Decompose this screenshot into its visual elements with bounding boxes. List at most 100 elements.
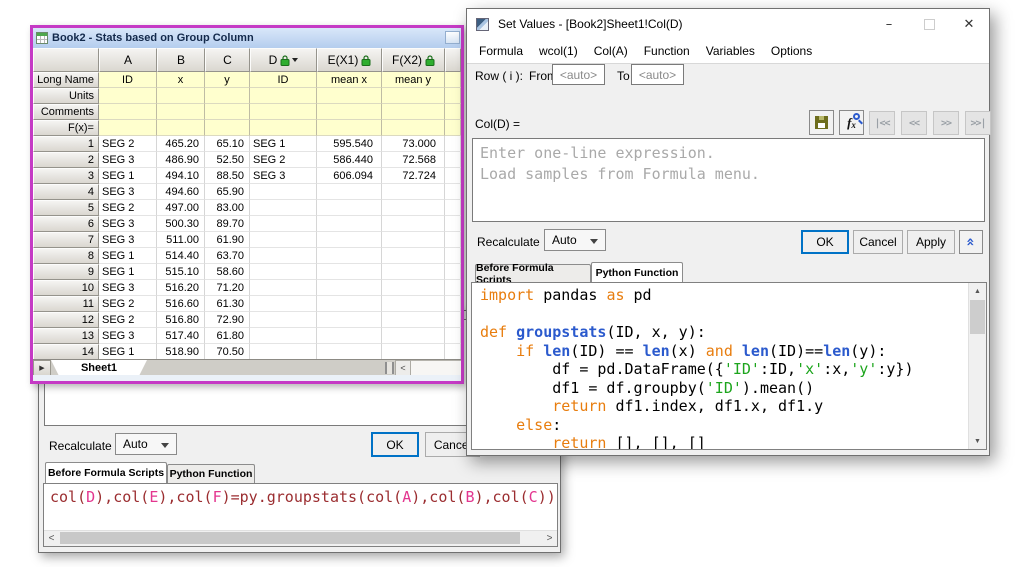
worksheet-cell[interactable]: 606.094 [317,168,382,184]
worksheet-cell[interactable] [250,344,317,359]
row-number[interactable]: 8 [33,248,99,264]
column-header-a[interactable]: A [99,48,157,72]
row-from-input[interactable] [552,64,605,85]
worksheet-cell[interactable] [250,312,317,328]
worksheet-cell[interactable]: 595.540 [317,136,382,152]
worksheet-cell[interactable]: SEG 2 [99,136,157,152]
tab-before-formula-scripts[interactable]: Before Formula Scripts [475,264,591,282]
row-number[interactable]: 14 [33,344,99,359]
expression-editor[interactable]: Enter one-line expression.Load samples f… [472,138,985,222]
worksheet-cell[interactable] [317,312,382,328]
scroll-right-icon[interactable]: > [542,531,557,545]
worksheet-cell[interactable]: SEG 3 [99,232,157,248]
row-label[interactable]: Long Name [33,72,99,88]
label-cell[interactable] [382,104,445,120]
worksheet-cell[interactable] [317,216,382,232]
worksheet-cell[interactable] [317,248,382,264]
worksheet-cell[interactable] [250,296,317,312]
worksheet-cell[interactable] [382,216,445,232]
horizontal-scrollbar[interactable] [411,360,461,376]
menu-item-wcol1[interactable]: wcol(1) [531,44,586,58]
row-number[interactable]: 9 [33,264,99,280]
worksheet-cell[interactable] [317,232,382,248]
worksheet-cell[interactable] [382,184,445,200]
worksheet-cell[interactable]: 70.50 [205,344,250,359]
worksheet-cell[interactable]: SEG 2 [250,152,317,168]
worksheet-cell[interactable] [382,328,445,344]
cancel-button[interactable]: Cancel [853,230,903,254]
worksheet-cell[interactable]: 514.40 [157,248,205,264]
corner-header[interactable] [33,48,99,72]
sheet-tab[interactable]: Sheet1 [51,360,147,376]
label-cell[interactable] [205,88,250,104]
worksheet-cell[interactable]: 88.50 [205,168,250,184]
worksheet-cell[interactable] [250,200,317,216]
worksheet-cell[interactable]: SEG 1 [99,248,157,264]
worksheet-cell[interactable]: SEG 3 [250,168,317,184]
column-header-fx2[interactable]: F(X2) [382,48,445,72]
worksheet-cell[interactable]: 61.90 [205,232,250,248]
worksheet-cell[interactable]: 494.10 [157,168,205,184]
tab-python-function[interactable]: Python Function [167,464,255,483]
worksheet-cell[interactable] [382,280,445,296]
worksheet-cell[interactable] [250,248,317,264]
worksheet-cell[interactable]: SEG 2 [99,200,157,216]
column-header-c[interactable]: C [205,48,250,72]
worksheet-cell[interactable]: 586.440 [317,152,382,168]
worksheet-cell[interactable]: 71.20 [205,280,250,296]
scroll-left-icon[interactable]: < [44,531,59,545]
worksheet-cell[interactable]: SEG 3 [99,184,157,200]
label-cell[interactable] [250,120,317,136]
worksheet-cell[interactable]: 52.50 [205,152,250,168]
worksheet-cell[interactable]: 518.90 [157,344,205,359]
worksheet-cell[interactable]: SEG 1 [99,168,157,184]
column-header-d[interactable]: D [250,48,317,72]
worksheet-cell[interactable]: 465.20 [157,136,205,152]
worksheet-cell[interactable]: 61.30 [205,296,250,312]
label-cell[interactable] [250,88,317,104]
ok-button[interactable]: OK [801,230,849,254]
worksheet-cell[interactable] [317,344,382,359]
vertical-scrollbar[interactable]: ▲ ▼ [968,283,986,449]
save-formula-button[interactable] [809,110,834,135]
maximize-button[interactable] [909,9,949,39]
worksheet-cell[interactable]: 61.80 [205,328,250,344]
worksheet-cell[interactable]: SEG 3 [99,280,157,296]
tab-before-formula-scripts[interactable]: Before Formula Scripts [45,462,167,483]
row-label[interactable]: F(x)= [33,120,99,136]
close-button[interactable]: ✕ [949,9,989,39]
worksheet-cell[interactable]: 494.60 [157,184,205,200]
label-cell[interactable] [99,88,157,104]
worksheet-titlebar[interactable]: Book2 - Stats based on Group Column [33,28,461,49]
worksheet-cell[interactable] [250,232,317,248]
worksheet-cell[interactable]: 516.60 [157,296,205,312]
worksheet-cell[interactable]: 89.70 [205,216,250,232]
worksheet-cell[interactable] [382,232,445,248]
label-cell[interactable]: y [205,72,250,88]
horizontal-scrollbar[interactable]: < > [44,530,557,546]
row-number[interactable]: 7 [33,232,99,248]
label-cell[interactable] [317,120,382,136]
worksheet-cell[interactable] [317,264,382,280]
worksheet-cell[interactable]: 63.70 [205,248,250,264]
label-cell[interactable]: ID [250,72,317,88]
worksheet-window-button[interactable] [445,31,460,44]
label-cell[interactable] [157,88,205,104]
worksheet-cell[interactable] [250,264,317,280]
label-cell[interactable]: mean x [317,72,382,88]
worksheet-cell[interactable] [317,296,382,312]
worksheet-cell[interactable] [250,216,317,232]
label-cell[interactable] [99,104,157,120]
worksheet-cell[interactable]: SEG 1 [99,344,157,359]
worksheet-cell[interactable] [250,280,317,296]
tab-python-function[interactable]: Python Function [591,262,683,282]
column-header-b[interactable]: B [157,48,205,72]
column-menu-icon[interactable] [292,58,298,62]
row-number[interactable]: 11 [33,296,99,312]
worksheet-cell[interactable]: 83.00 [205,200,250,216]
row-to-input[interactable] [631,64,684,85]
worksheet-cell[interactable]: 72.724 [382,168,445,184]
recalculate-dropdown[interactable]: Auto [544,229,606,251]
worksheet-cell[interactable] [382,248,445,264]
worksheet-cell[interactable]: 65.10 [205,136,250,152]
